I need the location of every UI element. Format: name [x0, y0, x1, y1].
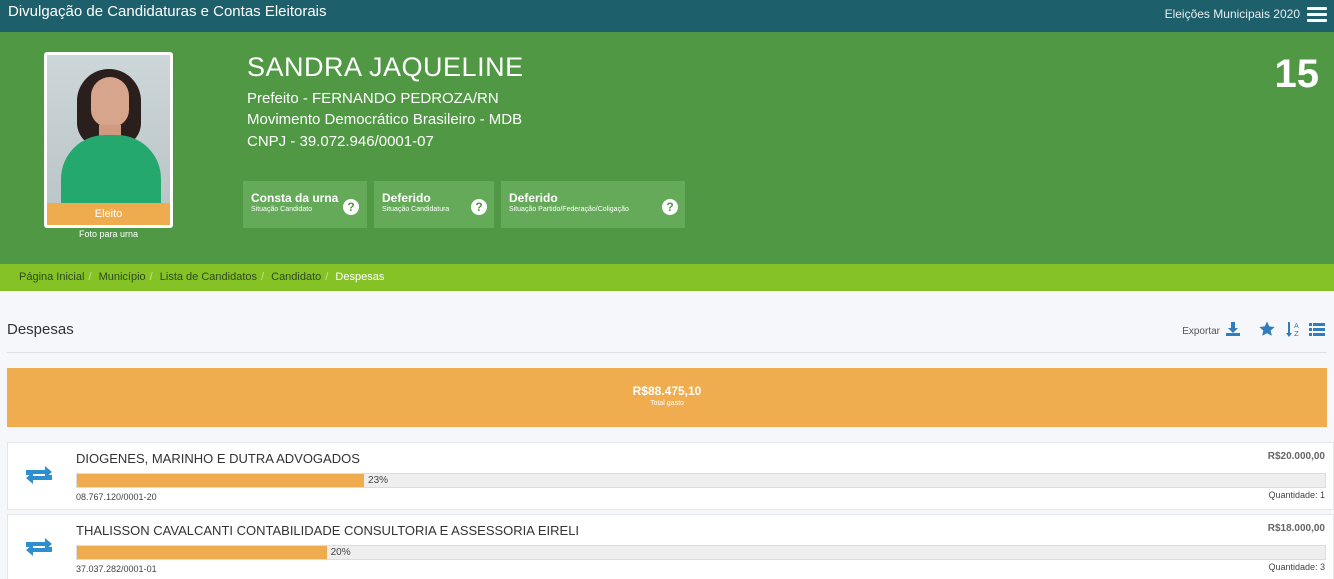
breadcrumb-candidate[interactable]: Candidato [271, 271, 321, 283]
status-subtitle: Situação Partido/Federação/Coligação [509, 206, 629, 213]
expense-percent: 20% [330, 547, 351, 558]
total-label: Total gasto [650, 400, 684, 407]
status-title: Deferido [509, 191, 558, 205]
candidate-name: SANDRA JAQUELINE [247, 52, 524, 82]
expense-quantity: Quantidade: 3 [1268, 562, 1325, 572]
elected-badge: Eleito [47, 203, 170, 225]
expense-progress-fill [77, 546, 327, 559]
list-icon[interactable] [1308, 320, 1326, 338]
photo-caption: Foto para urna [78, 229, 139, 239]
candidate-cnpj: CNPJ - 39.072.946/0001-07 [247, 133, 434, 150]
expense-progress-bar: 20% [76, 545, 1326, 560]
section-title: Despesas [7, 321, 74, 338]
expense-percent: 23% [368, 475, 389, 486]
breadcrumb: Página Inicial / Município / Lista de Cand… [0, 264, 1334, 291]
expense-value: R$18.000,00 [1267, 523, 1325, 534]
candidate-number: 15 [1274, 52, 1320, 96]
total-amount: R$88.475,10 [632, 384, 702, 398]
expense-quantity: Quantidade: 1 [1268, 490, 1325, 500]
expense-supplier-name: THALISSON CAVALCANTI CONTABILIDADE CONSU… [76, 523, 580, 538]
candidate-header: Eleito Foto para urna SANDRA JAQUELINE P… [0, 32, 1334, 264]
transfer-arrows-icon [26, 538, 52, 556]
download-icon[interactable] [1224, 320, 1242, 338]
status-title: Deferido [382, 191, 431, 205]
expense-supplier-document: 37.037.282/0001-01 [76, 564, 157, 574]
election-label: Eleições Municipais 2020 [1164, 7, 1300, 21]
expense-progress-fill [77, 474, 365, 487]
hamburger-menu-icon[interactable] [1307, 7, 1327, 23]
expense-value: R$20.000,00 [1267, 451, 1325, 462]
status-candidacy: Deferido Situação Candidatura ? [374, 181, 494, 228]
section-divider [7, 352, 1327, 353]
status-candidate: Consta da urna Situação Candidato ? [243, 181, 367, 228]
breadcrumb-municipality[interactable]: Município [99, 271, 146, 283]
transfer-arrows-icon [26, 466, 52, 484]
candidate-party: Movimento Democrático Brasileiro - MDB [247, 111, 523, 128]
status-party: Deferido Situação Partido/Federação/Coli… [501, 181, 685, 228]
app-title: Divulgação de Candidaturas e Contas Elei… [8, 3, 327, 20]
svg-text:A: A [1294, 322, 1299, 330]
expense-progress-bar: 23% [76, 473, 1326, 488]
expense-row[interactable]: THALISSON CAVALCANTI CONTABILIDADE CONSU… [7, 514, 1334, 579]
sort-az-icon[interactable]: A Z [1284, 320, 1302, 338]
svg-text:Z: Z [1294, 330, 1299, 338]
total-spent-card: R$88.475,10 Total gasto [7, 368, 1327, 427]
expense-supplier-name: DIOGENES, MARINHO E DUTRA ADVOGADOS [76, 451, 360, 466]
help-icon[interactable]: ? [662, 199, 678, 215]
candidate-photo-frame: Eleito [44, 52, 173, 228]
help-icon[interactable]: ? [471, 199, 487, 215]
toolbar: Exportar A Z [1166, 320, 1326, 340]
candidate-office: Prefeito - FERNANDO PEDROZA/RN [247, 90, 499, 107]
expense-row[interactable]: DIOGENES, MARINHO E DUTRA ADVOGADOS R$20… [7, 442, 1334, 510]
breadcrumb-current: Despesas [335, 271, 385, 283]
star-icon[interactable] [1258, 320, 1276, 338]
expense-supplier-document: 08.767.120/0001-20 [76, 492, 157, 502]
top-bar: Divulgação de Candidaturas e Contas Elei… [0, 0, 1334, 32]
export-label[interactable]: Exportar [1182, 326, 1220, 337]
breadcrumb-home[interactable]: Página Inicial [19, 271, 84, 283]
candidate-photo [47, 55, 170, 225]
breadcrumb-candidate-list[interactable]: Lista de Candidatos [160, 271, 257, 283]
help-icon[interactable]: ? [343, 199, 359, 215]
